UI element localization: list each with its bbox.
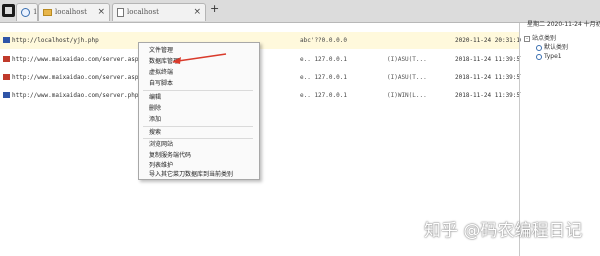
close-icon[interactable]: × bbox=[97, 4, 105, 20]
tree-item-type1[interactable]: Type1 bbox=[524, 52, 600, 61]
row-time: 2018-11-24 11:39:57 bbox=[455, 74, 524, 81]
menu-divider bbox=[143, 126, 253, 127]
collapse-icon[interactable]: - bbox=[524, 35, 530, 42]
list-item[interactable]: http://www.maixaidao.com/server.asp e.. … bbox=[0, 51, 524, 68]
row-ip: e.. 127.0.0.1 bbox=[300, 92, 347, 99]
list-item[interactable]: http://www.maixaidao.com/server.php e.. … bbox=[0, 87, 524, 104]
site-icon bbox=[3, 74, 10, 80]
tree-item-label: 默认类别 bbox=[544, 44, 569, 51]
row-info: (I)WIN(L... bbox=[387, 92, 427, 99]
category-tree: - 站点类别 默认类别 Type1 bbox=[524, 34, 600, 61]
row-ip: e.. 127.0.0.1 bbox=[300, 74, 347, 81]
close-icon[interactable]: × bbox=[193, 4, 201, 20]
menu-divider bbox=[143, 138, 253, 139]
row-info: (I)ASU(T... bbox=[387, 74, 427, 81]
site-icon bbox=[3, 56, 10, 62]
annotation-arrow-icon bbox=[172, 53, 227, 64]
row-url: http://www.maixaidao.com/server.asp bbox=[12, 56, 139, 63]
menu-item-browse-site[interactable]: 浏览网站 bbox=[149, 140, 173, 149]
menu-item-search[interactable]: 搜索 bbox=[149, 128, 161, 137]
globe-icon bbox=[536, 53, 542, 60]
tab-label: localhost bbox=[127, 8, 159, 16]
menu-item-import-database[interactable]: 导入其它菜刀数据库到当前类别 bbox=[149, 170, 233, 179]
row-ip: e.. 127.0.0.1 bbox=[300, 56, 347, 63]
row-url: http://localhost/yjh.php bbox=[12, 37, 99, 44]
list-item[interactable]: http://www.maixaidao.com/server.aspx e..… bbox=[0, 69, 524, 86]
tab-label: 1 bbox=[33, 8, 38, 16]
date-display: 星期二 2020-11-24 十月初十 bbox=[527, 21, 600, 28]
folder-icon bbox=[43, 8, 52, 16]
tree-item-label: Type1 bbox=[544, 53, 562, 60]
row-info: (I)ASU(T... bbox=[387, 56, 427, 63]
row-time: 2020-11-24 20:31:10 bbox=[455, 37, 524, 44]
document-icon bbox=[117, 7, 124, 17]
tree-item-default[interactable]: 默认类别 bbox=[524, 43, 600, 52]
tab-label: localhost bbox=[55, 8, 87, 16]
row-url: http://www.maixaidao.com/server.php bbox=[12, 92, 139, 99]
menu-item-copy-server-code[interactable]: 复制服务端代码 bbox=[149, 151, 191, 160]
site-icon bbox=[3, 92, 10, 98]
row-time: 2018-11-24 11:39:57 bbox=[455, 92, 524, 99]
tree-root[interactable]: - 站点类别 bbox=[524, 34, 600, 43]
tab-localhost-folder[interactable]: localhost × bbox=[38, 3, 110, 21]
menu-item-delete[interactable]: 删除 bbox=[149, 104, 161, 113]
tree-root-label: 站点类别 bbox=[532, 35, 557, 42]
tab-localhost-document[interactable]: localhost × bbox=[112, 3, 206, 21]
app-logo-icon[interactable] bbox=[2, 4, 15, 17]
row-time: 2018-11-24 11:39:57 bbox=[455, 56, 524, 63]
menu-item-edit[interactable]: 编辑 bbox=[149, 93, 161, 102]
site-icon bbox=[3, 37, 10, 43]
menu-item-virtual-terminal[interactable]: 虚拟终端 bbox=[149, 68, 173, 77]
tab-bar: 1 localhost × localhost × + bbox=[0, 0, 600, 23]
row-ip: abc'??0.0.0.0 bbox=[300, 37, 347, 44]
menu-item-custom-script[interactable]: 自写脚本 bbox=[149, 79, 173, 88]
list-item[interactable]: http://localhost/yjh.php abc'??0.0.0.0 2… bbox=[0, 32, 524, 49]
menu-item-add[interactable]: 添加 bbox=[149, 115, 161, 124]
globe-icon bbox=[536, 44, 542, 51]
menu-divider bbox=[143, 90, 253, 91]
new-tab-button[interactable]: + bbox=[210, 2, 219, 15]
row-url: http://www.maixaidao.com/server.aspx bbox=[12, 74, 143, 81]
watermark: 知乎 @码农编程日记 bbox=[424, 221, 583, 241]
menu-item-list-maintenance[interactable]: 列表维护 bbox=[149, 161, 173, 170]
tab-1[interactable]: 1 bbox=[16, 3, 38, 21]
globe-icon bbox=[21, 7, 30, 17]
